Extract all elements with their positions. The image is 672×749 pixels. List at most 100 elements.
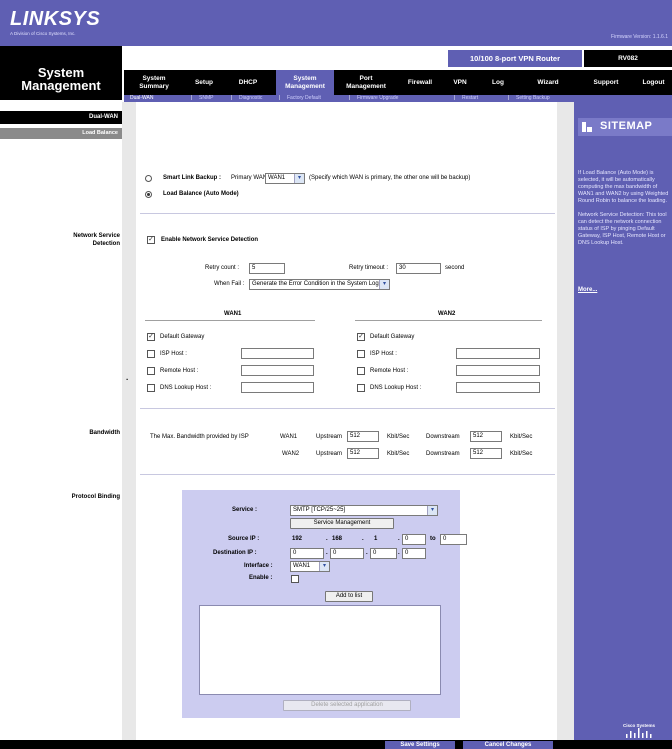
wan1-default-gateway-label: Default Gateway — [160, 334, 205, 340]
add-to-list-button[interactable]: Add to list — [325, 591, 373, 602]
main-nav: System Summary Setup DHCP System Management Po… — [124, 70, 672, 95]
nav-item-wizard[interactable]: Wizard — [519, 70, 577, 95]
save-settings-button[interactable]: Save Settings — [385, 741, 455, 749]
more-link[interactable]: More... — [578, 287, 597, 293]
binding-list[interactable] — [199, 605, 441, 695]
downstream-unit: Kbit/Sec — [510, 451, 533, 457]
wan2-default-gateway-checkbox[interactable]: ✓ — [357, 333, 365, 341]
service-label: Service : — [232, 507, 258, 513]
wan2-isp-host-input[interactable] — [456, 348, 540, 359]
subnav-item-snmp[interactable]: SNMP — [199, 95, 213, 102]
source-ip-label: Source IP : — [228, 536, 260, 542]
dest-ip-octet-1-input[interactable]: 0 — [290, 548, 324, 559]
subnav-separator: | — [349, 95, 351, 101]
left-tab-load-balance[interactable]: Load Balance — [0, 128, 122, 139]
wan2-remote-host-input[interactable] — [456, 365, 540, 376]
model-number: RV082 — [584, 50, 672, 67]
when-fail-select[interactable]: Generate the Error Condition in the Syst… — [249, 279, 390, 290]
wan1-title: WAN1 — [224, 311, 242, 317]
dest-ip-dot: . — [326, 550, 328, 556]
bandwidth-wan2-label: WAN2 — [282, 451, 300, 457]
retry-timeout-label: Retry timeout : — [349, 265, 389, 271]
delete-selected-button[interactable]: Delete selected application — [283, 700, 411, 711]
wan1-isp-host-label: ISP Host : — [160, 351, 187, 357]
nav-item-logout[interactable]: Logout — [635, 70, 672, 95]
wan1-dns-lookup-checkbox[interactable] — [147, 384, 155, 392]
label-bandwidth: Bandwidth — [89, 430, 120, 436]
wan2-remote-host-checkbox[interactable] — [357, 367, 365, 375]
dest-ip-dot: . — [398, 550, 400, 556]
nav-item-vpn[interactable]: VPN — [442, 70, 478, 95]
cancel-changes-button[interactable]: Cancel Changes — [463, 741, 553, 749]
primary-wan-hint: (Specify which WAN is primary, the other… — [309, 175, 471, 181]
wan2-downstream-input[interactable]: 512 — [470, 448, 502, 459]
smart-link-backup-radio[interactable] — [145, 175, 152, 182]
chevron-down-icon: ▾ — [319, 562, 329, 571]
chevron-down-icon: ▾ — [379, 280, 389, 289]
wan1-isp-host-checkbox[interactable] — [147, 350, 155, 358]
dest-ip-octet-4-input[interactable]: 0 — [402, 548, 426, 559]
upstream-label: Upstream — [316, 451, 343, 457]
nav-item-setup[interactable]: Setup — [186, 70, 222, 95]
source-ip-octet-1: 192 — [292, 536, 303, 542]
nav-item-support[interactable]: Support — [579, 70, 633, 95]
left-tab-dual-wan[interactable]: Dual-WAN — [0, 111, 122, 124]
help-text: If Load Balance (Auto Mode) is selected,… — [578, 170, 669, 246]
sitemap-title[interactable]: SITEMAP — [600, 120, 652, 132]
chevron-down-icon: ▾ — [294, 174, 304, 183]
subnav-item-factory-default[interactable]: Factory Default — [287, 95, 321, 102]
wan2-dns-lookup-checkbox[interactable] — [357, 384, 365, 392]
wan2-dns-lookup-label: DNS Lookup Host : — [370, 385, 422, 391]
source-ip-to-input[interactable]: 0 — [440, 534, 467, 545]
footer-bar — [0, 740, 672, 749]
binding-enable-checkbox[interactable] — [291, 575, 299, 583]
dest-ip-octet-3-input[interactable]: 0 — [370, 548, 397, 559]
subnav-item-firmware-upgrade[interactable]: Firmware Upgrade — [357, 95, 398, 102]
source-ip-dot: . — [362, 536, 364, 542]
enable-detection-checkbox[interactable]: ✓ — [147, 236, 155, 244]
wan1-isp-host-input[interactable] — [241, 348, 314, 359]
sub-nav: Dual-WAN | SNMP | Diagnostic | Factory Default… — [124, 95, 672, 102]
subnav-separator: | — [231, 95, 233, 101]
retry-timeout-input[interactable]: 30 — [396, 263, 441, 274]
right-gutter — [557, 102, 574, 749]
dest-ip-octet-2-input[interactable]: 0 — [330, 548, 364, 559]
wan1-dns-lookup-input[interactable] — [241, 382, 314, 393]
wan1-default-gateway-checkbox[interactable]: ✓ — [147, 333, 155, 341]
logo-tagline: A Division of Cisco Systems, Inc. — [10, 31, 76, 36]
nav-item-firewall[interactable]: Firewall — [399, 70, 441, 95]
source-ip-octet-4-input[interactable]: 0 — [402, 534, 426, 545]
wan2-dns-lookup-input[interactable] — [456, 382, 540, 393]
subnav-separator: | — [279, 95, 281, 101]
nav-item-port-management[interactable]: Port Management — [335, 70, 397, 95]
interface-select[interactable]: WAN1 ▾ — [290, 561, 330, 572]
subnav-item-diagnostic[interactable]: Diagnostic — [239, 95, 262, 102]
subnav-separator: | — [508, 95, 510, 101]
service-management-button[interactable]: Service Management — [290, 518, 394, 529]
wan1-downstream-input[interactable]: 512 — [470, 431, 502, 442]
bandwidth-intro: The Max. Bandwidth provided by ISP — [150, 434, 249, 440]
wan1-remote-host-input[interactable] — [241, 365, 314, 376]
nav-item-system-management[interactable]: System Management — [276, 70, 334, 95]
dest-ip-dot: . — [366, 550, 368, 556]
wan1-upstream-input[interactable]: 512 — [347, 431, 379, 442]
subnav-item-setting-backup[interactable]: Setting Backup — [516, 95, 550, 102]
wan1-dns-lookup-label: DNS Lookup Host : — [160, 385, 212, 391]
upstream-unit: Kbit/Sec — [387, 434, 410, 440]
load-balance-radio[interactable] — [145, 191, 152, 198]
retry-count-input[interactable]: 5 — [249, 263, 285, 274]
subnav-item-dual-wan[interactable]: Dual-WAN — [130, 95, 153, 102]
primary-wan-select[interactable]: WAN1 ▾ — [265, 173, 305, 184]
destination-ip-label: Destination IP : — [213, 550, 257, 556]
nav-item-system-summary[interactable]: System Summary — [124, 70, 184, 95]
wan2-default-gateway-label: Default Gateway — [370, 334, 415, 340]
wan2-isp-host-checkbox[interactable] — [357, 350, 365, 358]
service-select[interactable]: SMTP [TCP/25~25] ▾ — [290, 505, 438, 516]
nav-item-dhcp[interactable]: DHCP — [222, 70, 274, 95]
downstream-label: Downstream — [426, 434, 460, 440]
wan1-remote-host-checkbox[interactable] — [147, 367, 155, 375]
downstream-label: Downstream — [426, 451, 460, 457]
wan2-upstream-input[interactable]: 512 — [347, 448, 379, 459]
nav-item-log[interactable]: Log — [479, 70, 517, 95]
subnav-item-restart[interactable]: Restart — [462, 95, 478, 102]
